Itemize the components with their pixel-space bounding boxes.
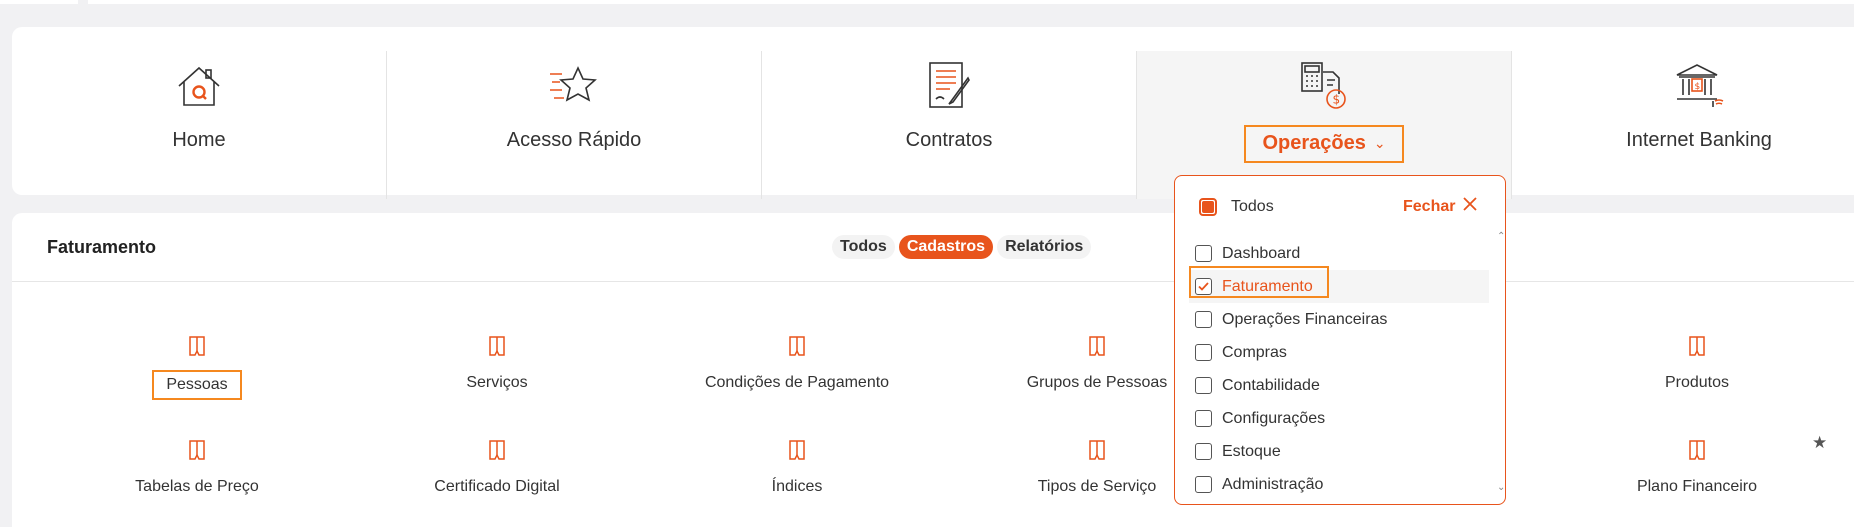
tile-label: Condições de Pagamento bbox=[704, 374, 890, 391]
tile-pessoas[interactable]: Pessoas bbox=[47, 335, 347, 400]
option-configuracoes[interactable]: Configurações bbox=[1189, 402, 1489, 435]
option-label: Estoque bbox=[1222, 442, 1281, 460]
checkbox[interactable] bbox=[1195, 245, 1212, 262]
nav-item-internet-banking[interactable]: $ Internet Banking bbox=[1512, 51, 1854, 199]
checkbox[interactable] bbox=[1195, 344, 1212, 361]
tile-plano-financeiro[interactable]: Plano Financeiro bbox=[1547, 439, 1847, 496]
main-content: Faturamento Todos Cadastros Relatórios P… bbox=[12, 213, 1854, 527]
tile-condicoes-pagamento[interactable]: Condições de Pagamento bbox=[647, 335, 947, 392]
nav-label-internet-banking: Internet Banking bbox=[1626, 129, 1772, 151]
checkbox[interactable] bbox=[1195, 410, 1212, 427]
quick-access-star-icon bbox=[548, 59, 600, 113]
checkbox[interactable] bbox=[1195, 476, 1212, 493]
document-icon bbox=[488, 335, 506, 362]
option-label: Administração bbox=[1222, 475, 1324, 493]
select-all-option[interactable]: Todos bbox=[1199, 198, 1274, 216]
checkbox[interactable] bbox=[1195, 311, 1212, 328]
partial-checkbox[interactable] bbox=[1199, 198, 1217, 216]
option-label: Operações Financeiras bbox=[1222, 310, 1388, 328]
tile-produtos[interactable]: Produtos bbox=[1547, 335, 1847, 392]
nav-label-acesso-rapido: Acesso Rápido bbox=[506, 129, 642, 151]
document-icon bbox=[788, 335, 806, 362]
top-bar bbox=[0, 0, 1854, 6]
nav-label-contratos: Contratos bbox=[905, 129, 993, 151]
nav-item-contratos[interactable]: Contratos bbox=[762, 51, 1136, 199]
highlight-box bbox=[1189, 266, 1329, 298]
close-label: Fechar bbox=[1403, 197, 1456, 215]
nav-item-acesso-rapido[interactable]: Acesso Rápido bbox=[387, 51, 761, 199]
tile-label: Grupos de Pessoas bbox=[1026, 374, 1168, 391]
top-bar-right bbox=[88, 0, 1854, 4]
document-icon bbox=[1688, 335, 1706, 362]
document-icon bbox=[1688, 439, 1706, 466]
option-label: Configurações bbox=[1222, 409, 1326, 427]
tile-label: Serviços bbox=[466, 374, 528, 391]
scroll-up-icon[interactable]: ⌃ bbox=[1497, 231, 1505, 242]
option-contabilidade[interactable]: Contabilidade bbox=[1189, 369, 1489, 402]
option-label: Dashboard bbox=[1222, 244, 1301, 262]
filter-relatorios[interactable]: Relatórios bbox=[997, 235, 1092, 259]
svg-text:$: $ bbox=[1333, 93, 1341, 107]
option-estoque[interactable]: Estoque bbox=[1189, 435, 1489, 468]
option-label: Compras bbox=[1222, 343, 1287, 361]
checkbox[interactable] bbox=[1195, 377, 1212, 394]
top-bar-left bbox=[0, 0, 78, 4]
section-title: Faturamento bbox=[47, 237, 157, 257]
tile-label: Plano Financeiro bbox=[1636, 478, 1758, 495]
close-button[interactable]: Fechar bbox=[1403, 197, 1478, 216]
filter-todos[interactable]: Todos bbox=[832, 235, 895, 259]
tile-label: Pessoas bbox=[152, 370, 242, 400]
document-icon bbox=[1088, 335, 1106, 362]
filter-pills: Todos Cadastros Relatórios bbox=[832, 235, 1092, 259]
calculator-money-icon: $ bbox=[1299, 59, 1349, 113]
document-icon bbox=[1088, 439, 1106, 466]
option-label: Contabilidade bbox=[1222, 376, 1320, 394]
tile-label: Produtos bbox=[1664, 374, 1730, 391]
tile-indices[interactable]: Índices bbox=[647, 439, 947, 496]
home-icon bbox=[175, 59, 223, 113]
document-icon bbox=[188, 439, 206, 466]
module-nav: Home Acesso Rápido Contratos $ Operações… bbox=[12, 27, 1854, 199]
option-administracao[interactable]: Administração bbox=[1189, 468, 1489, 501]
document-icon bbox=[488, 439, 506, 466]
divider bbox=[12, 281, 1854, 282]
option-compras[interactable]: Compras bbox=[1189, 336, 1489, 369]
contract-document-icon bbox=[926, 59, 972, 113]
nav-label-home: Home bbox=[172, 129, 226, 151]
nav-label-operacoes: Operações bbox=[1262, 132, 1366, 154]
bank-icon: $ bbox=[1673, 59, 1725, 113]
chevron-down-icon: ⌄ bbox=[1373, 135, 1386, 151]
select-all-label: Todos bbox=[1231, 198, 1274, 215]
filter-cadastros[interactable]: Cadastros bbox=[898, 235, 994, 259]
operacoes-dropdown-button[interactable]: Operações ⌄ bbox=[1244, 125, 1404, 163]
tile-label: Certificado Digital bbox=[434, 478, 560, 495]
tile-label: Tabelas de Preço bbox=[135, 478, 259, 495]
operacoes-dropdown: Todos Fechar Dashboard Faturamento Opera… bbox=[1174, 175, 1506, 505]
tile-label: Índices bbox=[771, 478, 823, 495]
document-icon bbox=[188, 335, 206, 362]
scroll-down-icon[interactable]: ⌄ bbox=[1497, 482, 1505, 493]
checkbox[interactable] bbox=[1195, 443, 1212, 460]
close-icon bbox=[1463, 197, 1478, 216]
option-operacoes-financeiras[interactable]: Operações Financeiras bbox=[1189, 303, 1489, 336]
tile-certificado-digital[interactable]: Certificado Digital bbox=[347, 439, 647, 496]
nav-item-home[interactable]: Home bbox=[12, 51, 386, 199]
tile-servicos[interactable]: Serviços bbox=[347, 335, 647, 392]
star-icon[interactable]: ★ bbox=[1812, 433, 1827, 453]
svg-text:$: $ bbox=[1695, 82, 1701, 92]
tile-label: Tipos de Serviço bbox=[1037, 478, 1157, 495]
tile-tabelas-preco[interactable]: Tabelas de Preço bbox=[47, 439, 347, 496]
document-icon bbox=[788, 439, 806, 466]
